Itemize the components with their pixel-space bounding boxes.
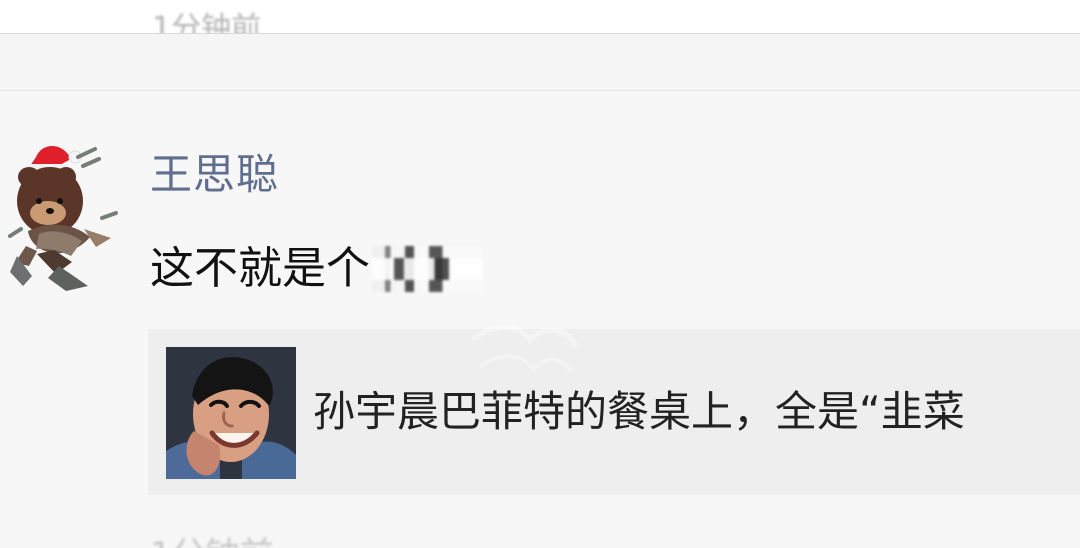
mosaic-icon	[372, 246, 482, 292]
comment-author[interactable]: 王思聪	[150, 150, 279, 200]
feed-gap	[0, 34, 1080, 90]
smiling-man-portrait-icon	[166, 347, 296, 479]
shared-post-card[interactable]: 孙宇晨巴菲特的餐桌上，全是“韭菜	[148, 329, 1080, 495]
social-comment-screenshot: 1分钟前 王思聪 这不就是个 孙宇晨巴菲特的餐桌上，全是“韭菜	[0, 0, 1080, 548]
shared-post-title: 孙宇晨巴菲特的餐桌上，全是“韭菜	[313, 387, 965, 436]
watermark-icon	[471, 324, 579, 375]
brown-bear-santa-hat-icon[interactable]	[8, 135, 120, 295]
comment-text: 这不就是个	[150, 243, 370, 294]
comment-text-row: 这不就是个	[150, 238, 482, 300]
next-post-time: 1分钟前	[150, 538, 274, 548]
